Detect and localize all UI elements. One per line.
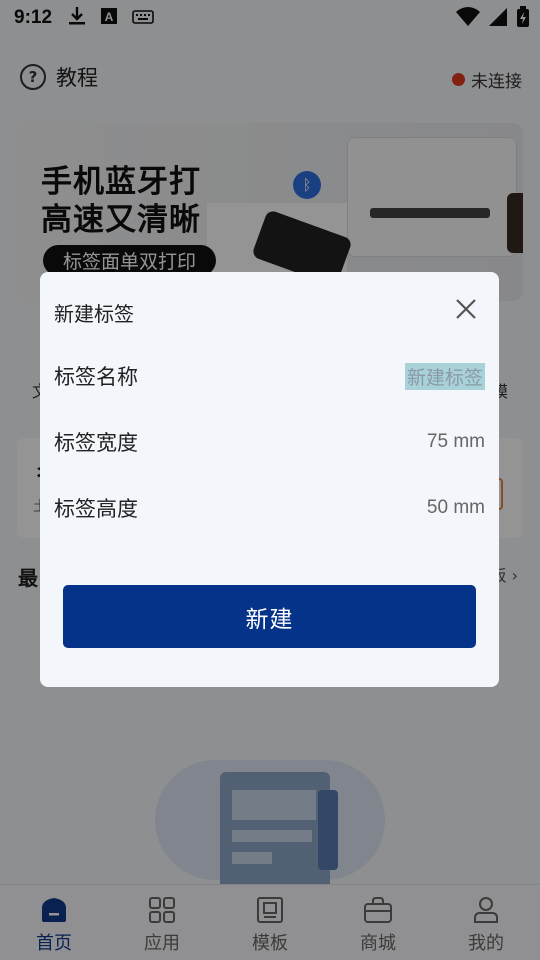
label-name-input[interactable]: 新建标签 — [404, 362, 485, 390]
label-height-input[interactable]: 50 mm — [427, 497, 485, 519]
label-width-input[interactable]: 75 mm — [427, 431, 485, 453]
label-height-label: 标签高度 — [54, 497, 138, 521]
dialog-title: 新建标签 — [54, 302, 134, 326]
create-button[interactable]: 新建 — [63, 585, 476, 648]
label-width-row[interactable]: 标签宽度 75 mm — [54, 422, 485, 462]
label-height-row[interactable]: 标签高度 50 mm — [54, 488, 485, 528]
label-width-label: 标签宽度 — [54, 431, 138, 455]
close-button[interactable] — [453, 296, 479, 322]
label-name-row[interactable]: 标签名称 新建标签 — [54, 356, 485, 396]
close-icon — [456, 299, 476, 319]
app-screen: 9:12 A ? 教程 未连接 ᛒ 手机蓝牙打 高速又清晰 标签面单双打印 模 … — [0, 0, 540, 960]
label-name-label: 标签名称 — [54, 365, 138, 389]
new-label-dialog: 新建标签 标签名称 新建标签 标签宽度 75 mm 标签高度 50 mm 新建 — [40, 272, 499, 687]
